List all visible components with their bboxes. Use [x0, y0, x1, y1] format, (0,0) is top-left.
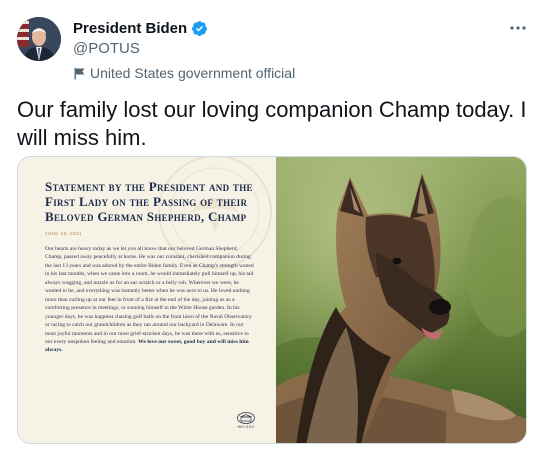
- statement-date: JUNE 19, 2021: [45, 231, 83, 236]
- tweet-header: President Biden @POTUS United States gov…: [73, 18, 295, 82]
- tweet: President Biden @POTUS United States gov…: [0, 0, 552, 463]
- government-flag-icon: [73, 67, 86, 80]
- verified-badge-icon: [191, 20, 208, 37]
- statement-body: Our hearts are heavy today as we let you…: [45, 245, 255, 355]
- champ-photo: [276, 157, 526, 443]
- avatar[interactable]: [17, 17, 61, 61]
- account-label-text: United States government official: [90, 65, 296, 81]
- white-house-icon: [237, 412, 255, 424]
- account-label: United States government official: [73, 64, 295, 82]
- user-handle[interactable]: @POTUS: [73, 40, 295, 59]
- wh-gov-text: WH.GOV: [237, 425, 255, 429]
- tweet-media[interactable]: Statement by the President and the First…: [17, 156, 527, 444]
- avatar-image: [17, 17, 61, 61]
- more-dots-icon: [510, 26, 526, 30]
- statement-body-text: Our hearts are heavy today as we let you…: [45, 246, 254, 345]
- statement-image: Statement by the President and the First…: [18, 157, 276, 443]
- statement-title: Statement by the President and the First…: [45, 179, 253, 224]
- display-name[interactable]: President Biden: [73, 20, 187, 37]
- white-house-logo: WH.GOV: [233, 412, 259, 434]
- name-row: President Biden: [73, 18, 295, 38]
- more-options-button[interactable]: [505, 18, 531, 38]
- tweet-text: Our family lost our loving companion Cha…: [17, 97, 527, 150]
